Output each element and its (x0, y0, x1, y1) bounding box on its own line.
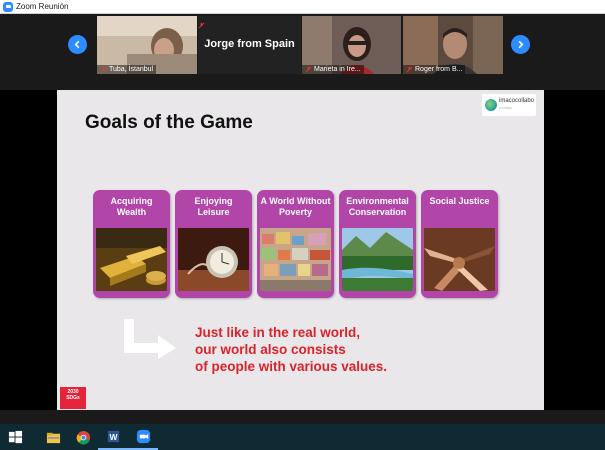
muted-mic-icon (100, 66, 107, 73)
chrome-icon (76, 430, 90, 445)
taskbar-zoom[interactable] (128, 424, 158, 450)
shared-screen: Goals of the Game imacocollabo z-YOSKA A… (0, 90, 605, 410)
river-landscape-image (342, 228, 413, 291)
participant-name-large: Jorge from Spain (204, 38, 295, 50)
participant-name: Tuba, İstanbul (97, 65, 157, 74)
slide-message: Just like in the real world, our world a… (195, 325, 388, 374)
meeting-status-bar (0, 410, 605, 424)
start-button[interactable] (0, 424, 30, 450)
next-page-button[interactable] (511, 35, 530, 54)
svg-text:W: W (109, 431, 117, 441)
goal-card: Environmental Conservation (339, 190, 416, 298)
word-icon: W (107, 430, 119, 442)
chevron-left-icon (74, 40, 80, 49)
pocket-watch-image (178, 228, 249, 291)
window-title: Zoom Reunión (16, 2, 69, 11)
colorful-houses-image (260, 228, 331, 291)
zoom-app-icon (3, 1, 13, 12)
muted-mic-icon (305, 66, 312, 73)
gold-bars-image (96, 228, 167, 291)
goal-card-label: Enjoying Leisure (194, 196, 233, 217)
muted-mic-icon (406, 66, 413, 73)
sdg-badge: 2030 SDGs (60, 387, 86, 409)
participant-tile[interactable]: Tuba, İstanbul (97, 16, 197, 74)
muted-mic-icon (198, 16, 205, 29)
participant-name: Roger from B... (403, 65, 466, 74)
presentation-slide: Goals of the Game imacocollabo z-YOSKA A… (57, 90, 544, 410)
goal-card: Enjoying Leisure (175, 190, 252, 298)
participant-name: Marieta in Ire... (302, 65, 364, 74)
file-explorer-icon (46, 432, 60, 443)
goal-card-label: A World Without Poverty (260, 196, 331, 217)
taskbar: W (0, 424, 605, 450)
participant-tile[interactable]: Jorge from Spain (198, 16, 301, 74)
turn-right-arrow-icon (124, 319, 176, 359)
joined-hands-image (424, 228, 495, 291)
chevron-right-icon (518, 40, 524, 49)
slide-title: Goals of the Game (85, 112, 253, 133)
goal-card: Acquiring Wealth (93, 190, 170, 298)
zoom-icon (136, 429, 150, 443)
taskbar-file-explorer[interactable] (38, 424, 68, 450)
participant-tile[interactable]: Marieta in Ire... (302, 16, 401, 74)
previous-page-button[interactable] (68, 35, 87, 54)
goal-card-label: Social Justice (429, 196, 490, 206)
goal-card-label: Environmental Conservation (346, 196, 409, 217)
brand-mark-icon (485, 99, 497, 111)
participant-name (198, 16, 301, 34)
participant-tile[interactable]: Roger from B... (403, 16, 503, 74)
participant-strip: Tuba, İstanbul Jorge from Spain Marieta … (0, 14, 605, 90)
brand-logo: imacocollabo z-YOSKA (482, 94, 536, 116)
brand-name: imacocollabo z-YOSKA (499, 98, 535, 110)
goal-card-label: Acquiring Wealth (110, 196, 153, 217)
goal-card: A World Without Poverty (257, 190, 334, 298)
goal-cards: Acquiring Wealth Enjoying Leisure A Worl… (93, 190, 498, 298)
taskbar-word[interactable]: W (98, 424, 128, 450)
window-titlebar: Zoom Reunión (0, 0, 605, 14)
goal-card: Social Justice (421, 190, 498, 298)
windows-icon (8, 430, 22, 443)
taskbar-chrome[interactable] (68, 424, 98, 450)
